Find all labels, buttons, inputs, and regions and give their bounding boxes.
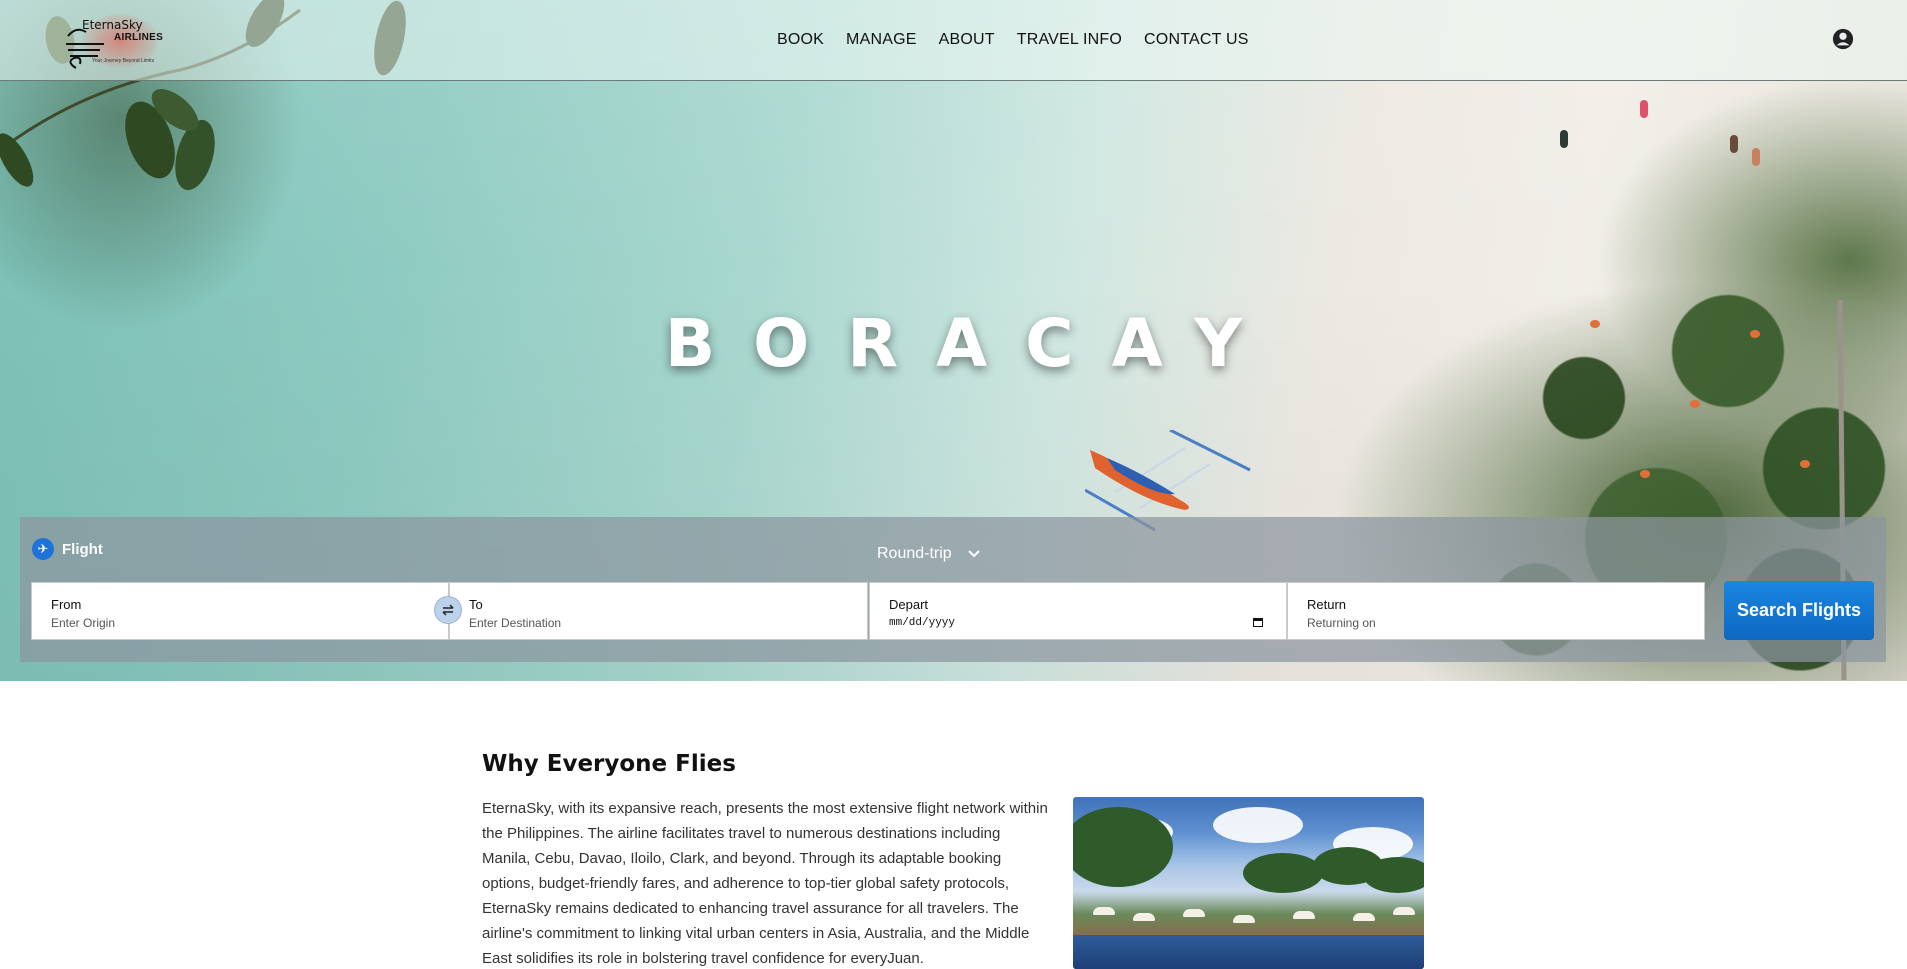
from-field[interactable]: From [31, 582, 449, 640]
depart-label: Depart [889, 597, 929, 612]
from-label: From [51, 597, 82, 612]
nav-travel-info[interactable]: TRAVEL INFO [1017, 31, 1122, 49]
calendar-icon[interactable] [1253, 617, 1263, 627]
beach-umbrella [1133, 913, 1155, 921]
airplane-icon: ✈ [32, 538, 54, 560]
flight-tab[interactable]: ✈ Flight [32, 538, 103, 560]
chevron-down-icon [967, 550, 980, 558]
flower [1690, 400, 1700, 408]
to-field[interactable]: To [449, 582, 868, 640]
trip-type-select[interactable]: Round-trip [877, 545, 980, 563]
photo-cloud [1213, 807, 1303, 843]
beach-person [1730, 135, 1738, 153]
flight-tab-label: Flight [62, 540, 103, 558]
hero-banner: EternaSky AIRLINES Your Journey Beyond L… [0, 0, 1907, 681]
flower [1640, 470, 1650, 478]
photo-pool [1073, 935, 1424, 969]
return-field[interactable]: Return [1287, 582, 1705, 640]
top-navbar: EternaSky AIRLINES Your Journey Beyond L… [0, 0, 1907, 81]
logo-tagline: Your Journey Beyond Limits [92, 58, 155, 64]
palm-tree [1243, 853, 1323, 893]
return-input[interactable] [1307, 616, 1607, 630]
nav-manage[interactable]: MANAGE [846, 31, 917, 49]
main-nav: BOOK MANAGE ABOUT TRAVEL INFO CONTACT US [777, 31, 1271, 49]
section-body: EternaSky, with its expansive reach, pre… [482, 800, 1048, 967]
beach-umbrella [1233, 915, 1255, 923]
palm-tree [1363, 857, 1424, 893]
to-input[interactable] [469, 616, 769, 630]
user-circle-icon[interactable] [1832, 28, 1854, 50]
beach-umbrella [1183, 909, 1205, 917]
from-input[interactable] [51, 616, 351, 630]
hero-title: BORACAY [664, 305, 1281, 382]
beach-umbrella [1353, 913, 1375, 921]
trip-type-value: Round-trip [877, 545, 952, 562]
beach-umbrella [1293, 911, 1315, 919]
palm-tree [1073, 807, 1173, 887]
search-flights-button[interactable]: Search Flights [1724, 581, 1874, 640]
flower [1800, 460, 1810, 468]
logo-brand-name: EternaSky [82, 18, 143, 32]
section-title: Why Everyone Flies [482, 751, 736, 777]
brand-logo[interactable]: EternaSky AIRLINES Your Journey Beyond L… [64, 14, 176, 70]
beach-person [1640, 100, 1648, 118]
to-label: To [469, 597, 483, 612]
swap-locations-button[interactable] [434, 596, 462, 624]
swap-icon [442, 604, 454, 616]
beach-person [1560, 130, 1568, 148]
nav-about[interactable]: ABOUT [939, 31, 995, 49]
beach-umbrella [1393, 907, 1415, 915]
beach-person [1752, 148, 1760, 166]
logo-airlines-text: AIRLINES [114, 32, 164, 43]
nav-book[interactable]: BOOK [777, 31, 824, 49]
resort-photo [1073, 797, 1424, 969]
depart-field[interactable]: Depart mm/dd/yyyy [869, 582, 1287, 640]
return-label: Return [1307, 597, 1347, 612]
depart-date-input[interactable]: mm/dd/yyyy [889, 617, 955, 629]
flight-search-panel: ✈ Flight Round-trip From To Depart mm/dd [20, 517, 1886, 662]
beach-umbrella [1093, 907, 1115, 915]
nav-contact-us[interactable]: CONTACT US [1144, 31, 1249, 49]
